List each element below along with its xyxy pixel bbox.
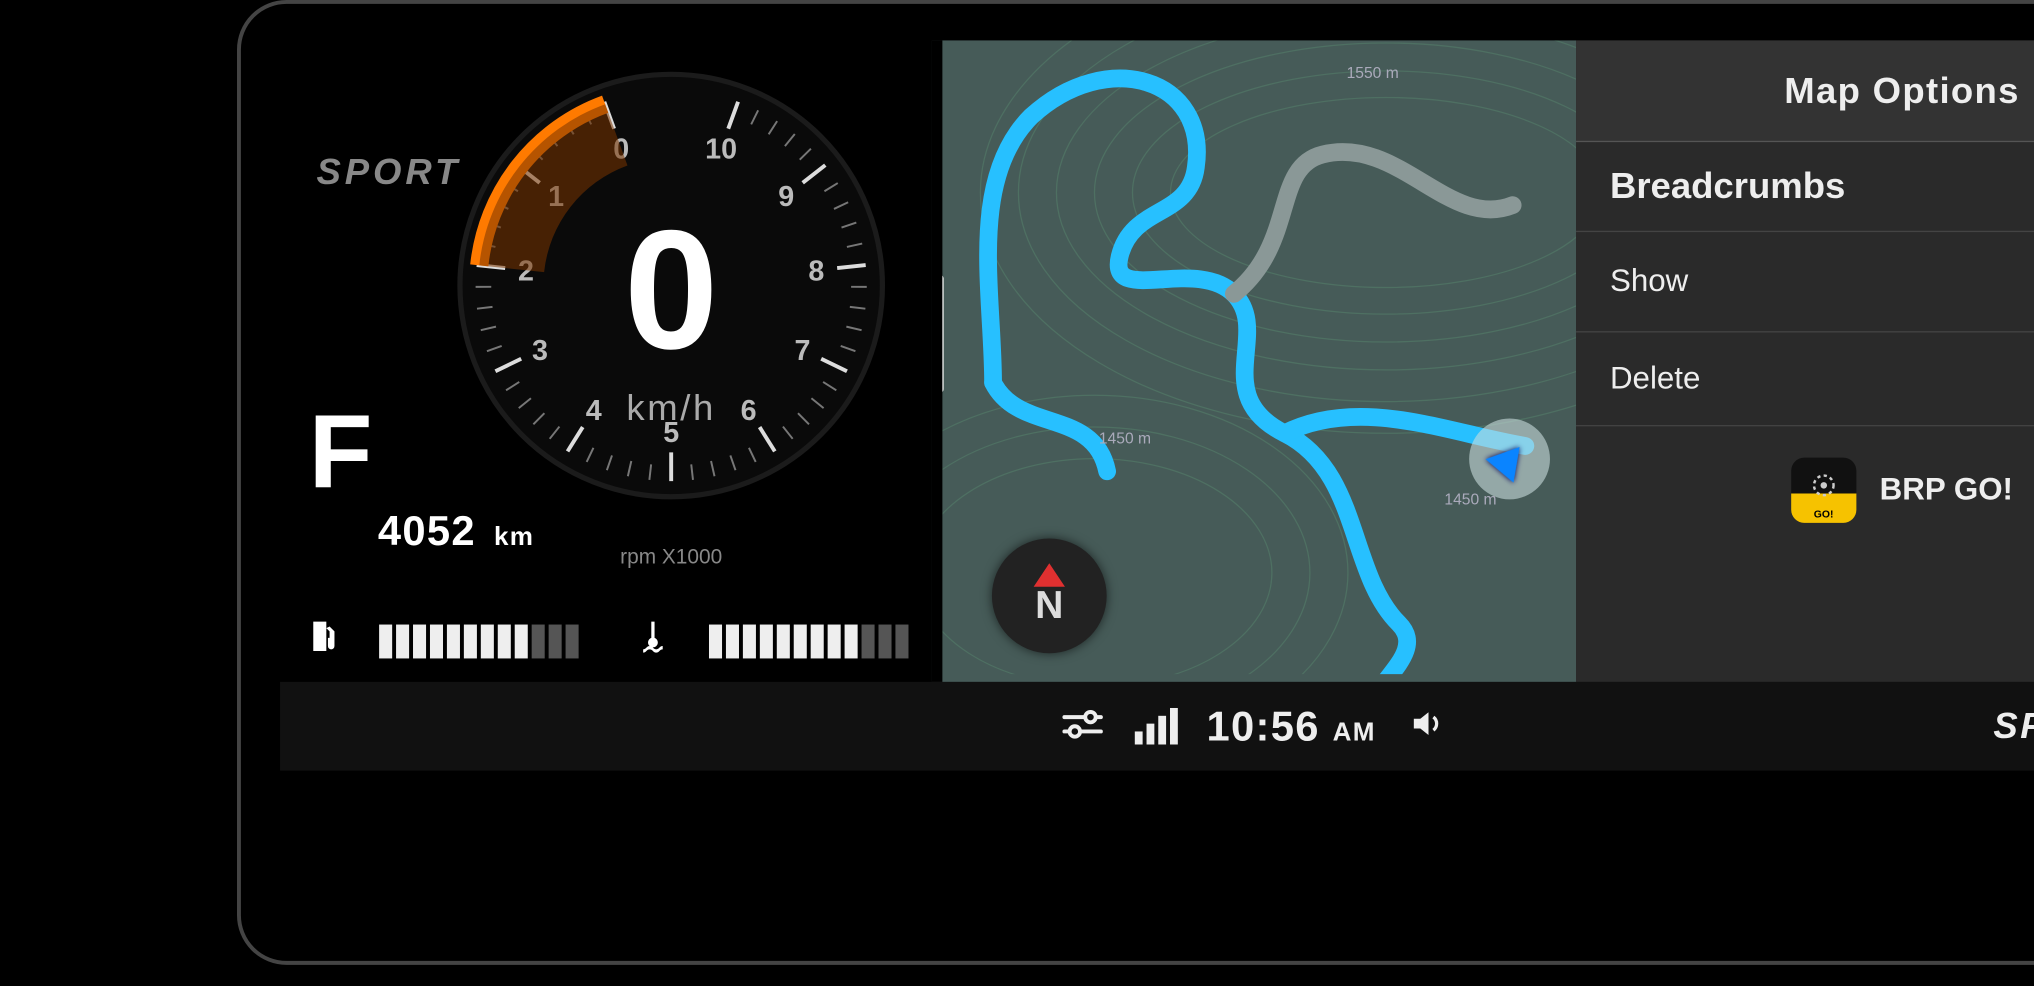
brp-go-row[interactable]: GO! BRP GO! <box>1576 426 2034 554</box>
options-title: Map Options <box>1784 70 2019 112</box>
current-location-marker <box>1469 419 1550 500</box>
gauge-panel: SPORT 012345678910 0 km/h rpm X1000 F 40… <box>280 40 932 681</box>
elevation-label: 1450 m <box>1099 429 1151 447</box>
svg-text:10: 10 <box>705 134 737 166</box>
elevation-label: 1550 m <box>1347 64 1399 82</box>
fuel-icon <box>303 617 342 667</box>
map-view[interactable]: 1450 m1450 m1550 m N <box>932 40 1576 681</box>
coolant-temp-icon <box>633 617 672 667</box>
gauges-row <box>303 617 918 667</box>
breadcrumbs-section-header: Breadcrumbs <box>1576 142 2034 232</box>
options-header: Map Options <box>1576 40 2034 142</box>
brp-go-label: BRP GO! <box>1880 472 2013 509</box>
speed-value: 0 <box>450 205 893 374</box>
compass-letter: N <box>1035 584 1063 628</box>
brp-badge-text: GO! <box>1814 509 1834 521</box>
delete-label: Delete <box>1610 361 1700 398</box>
odometer-unit: km <box>494 523 534 552</box>
map-options-panel: Map Options Breadcrumbs Show Delete GO! <box>1576 40 2034 681</box>
show-label: Show <box>1610 263 1688 300</box>
fuel-gauge <box>379 623 578 660</box>
show-breadcrumbs-row[interactable]: Show <box>1576 232 2034 332</box>
status-center: 10:56 AM <box>1059 702 1449 750</box>
status-right: SPORT <box>1993 705 2034 747</box>
main-row: SPORT 012345678910 0 km/h rpm X1000 F 40… <box>280 40 2034 681</box>
settings-icon[interactable] <box>1059 705 1106 748</box>
screen: SPORT 012345678910 0 km/h rpm X1000 F 40… <box>280 40 2034 770</box>
speed-unit: km/h <box>450 387 893 429</box>
brp-go-app-icon: GO! <box>1791 458 1856 523</box>
gear-indicator: F <box>309 392 373 512</box>
odometer: 4052 km <box>378 507 534 555</box>
temp-gauge <box>709 623 908 660</box>
tachometer: 012345678910 0 km/h rpm X1000 <box>450 64 893 507</box>
clock: 10:56 AM <box>1207 702 1376 750</box>
delete-breadcrumbs-row[interactable]: Delete <box>1576 332 2034 426</box>
location-arrow-icon <box>1486 435 1534 482</box>
odometer-value: 4052 <box>378 507 476 554</box>
status-bar: 10:56 AM SPORT <box>280 682 2034 771</box>
compass-button[interactable]: N <box>992 538 1107 653</box>
device-frame: SPORT 012345678910 0 km/h rpm X1000 F 40… <box>237 0 2034 965</box>
clock-time: 10:56 <box>1207 702 1320 749</box>
clock-ampm: AM <box>1333 718 1376 747</box>
cell-signal-icon <box>1135 708 1178 745</box>
drive-mode-label: SPORT <box>317 151 462 193</box>
volume-icon[interactable] <box>1404 703 1448 749</box>
status-mode-label[interactable]: SPORT <box>1993 705 2034 747</box>
